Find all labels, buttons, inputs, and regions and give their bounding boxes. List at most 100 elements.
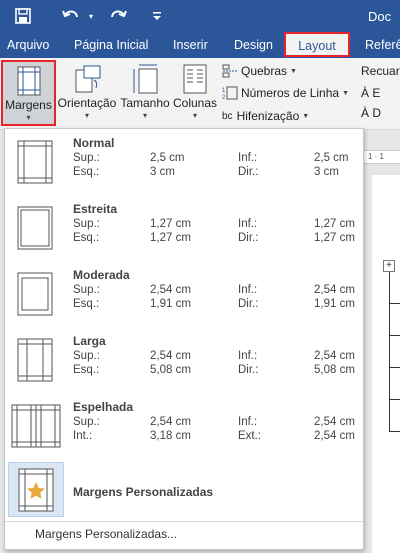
option-label: Dir.: xyxy=(238,166,259,178)
option-value: 2,5 cm xyxy=(314,152,349,164)
hyphenation-icon: bc xyxy=(222,110,233,122)
option-label: Esq.: xyxy=(73,364,100,376)
option-name: Espelhada xyxy=(73,400,134,414)
option-label: Sup.: xyxy=(73,350,100,362)
option-label: Dir.: xyxy=(238,298,259,310)
option-value: 2,5 cm xyxy=(150,152,185,164)
margin-option-moderada[interactable]: Moderada Sup.: 2,54 cm Inf.: 2,54 cm Esq… xyxy=(5,262,363,328)
margin-option-larga[interactable]: Larga Sup.: 2,54 cm Inf.: 2,54 cm Esq.: … xyxy=(5,328,363,394)
margin-option-normal[interactable]: Normal Sup.: 2,5 cm Inf.: 2,5 cm Esq.: 3… xyxy=(5,130,363,196)
chevron-down-icon: ▾ xyxy=(142,111,147,120)
columns-label: Colunas xyxy=(172,96,218,110)
margin-preview-icon xyxy=(17,140,53,189)
option-label: Inf.: xyxy=(238,218,258,230)
columns-button[interactable]: Colunas ▾ xyxy=(172,60,218,126)
margin-option-estreita[interactable]: Estreita Sup.: 1,27 cm Inf.: 1,27 cm Esq… xyxy=(5,196,363,262)
customize-dropdown-icon[interactable] xyxy=(150,5,164,27)
undo-icon[interactable] xyxy=(58,5,84,27)
hyphenation-button[interactable]: bc Hifenização ▼ xyxy=(222,106,309,126)
margin-option-espelhada[interactable]: Espelhada Sup.: 2,54 cm Inf.: 2,54 cm In… xyxy=(5,394,363,460)
undo-dropdown-icon[interactable]: ▾ xyxy=(86,5,96,27)
option-value: 2,54 cm xyxy=(150,284,191,296)
option-label: Inf.: xyxy=(238,152,258,164)
breaks-icon xyxy=(222,64,237,78)
option-name: Normal xyxy=(73,136,115,150)
margin-preview-icon xyxy=(11,404,61,453)
tab-inserir[interactable]: Inserir xyxy=(169,34,212,58)
chevron-down-icon: ▼ xyxy=(302,112,310,120)
table[interactable] xyxy=(389,272,400,432)
size-button[interactable]: Tamanho ▾ xyxy=(119,60,171,126)
option-value: 3 cm xyxy=(314,166,339,178)
tab-referencias[interactable]: Referê xyxy=(361,34,400,58)
table-move-handle-icon[interactable]: + xyxy=(383,260,395,272)
option-name: Estreita xyxy=(73,202,118,216)
size-icon xyxy=(131,60,159,94)
svg-text:2: 2 xyxy=(222,95,226,100)
option-value: 2,54 cm xyxy=(314,284,355,296)
margins-dropdown: Normal Sup.: 2,5 cm Inf.: 2,5 cm Esq.: 3… xyxy=(4,128,364,550)
tab-design[interactable]: Design xyxy=(230,34,277,58)
size-label: Tamanho xyxy=(120,96,170,110)
tab-pagina-inicial[interactable]: Página Inicial xyxy=(70,34,152,58)
option-value: 2,54 cm xyxy=(314,350,355,362)
tab-arquivo[interactable]: Arquivo xyxy=(3,34,53,58)
custom-margins-menu-item[interactable]: Margens Personalizadas... xyxy=(35,527,177,541)
breaks-button[interactable]: Quebras ▼ xyxy=(222,61,297,81)
ribbon-layout: Margens ▾ Orientação ▾ Tamanho ▾ Colunas… xyxy=(0,58,400,130)
option-label: Esq.: xyxy=(73,298,100,310)
option-value: 2,54 cm xyxy=(314,430,355,442)
option-name: Moderada xyxy=(73,268,130,282)
columns-icon xyxy=(182,60,208,94)
option-value: 1,27 cm xyxy=(314,232,355,244)
option-name: Larga xyxy=(73,334,106,348)
hyphenation-label: Hifenização xyxy=(236,109,300,123)
line-numbers-label: Números de Linha xyxy=(241,86,340,100)
option-value: 1,27 cm xyxy=(150,232,191,244)
chevron-down-icon: ▾ xyxy=(26,113,31,122)
redo-icon[interactable] xyxy=(106,5,130,27)
option-label: Inf.: xyxy=(238,350,258,362)
margins-button[interactable]: Margens ▾ xyxy=(1,60,56,126)
margin-option-custom-last[interactable]: Margens Personalizadas xyxy=(5,457,363,519)
tab-layout[interactable]: Layout xyxy=(284,32,350,57)
line-numbers-button[interactable]: 12 Números de Linha ▼ xyxy=(222,83,349,103)
option-label: Ext.: xyxy=(238,430,262,442)
option-label: Dir.: xyxy=(238,232,259,244)
option-label: Dir.: xyxy=(238,364,259,376)
option-label: Esq.: xyxy=(73,166,100,178)
custom-margins-star-icon xyxy=(18,468,54,511)
option-value: 1,91 cm xyxy=(314,298,355,310)
option-label: Inf.: xyxy=(238,284,258,296)
option-label: Esq.: xyxy=(73,232,100,244)
breaks-label: Quebras xyxy=(241,64,288,78)
option-value: 2,54 cm xyxy=(314,416,355,428)
option-value: 2,54 cm xyxy=(150,350,191,362)
svg-text:1: 1 xyxy=(222,88,226,94)
margins-label: Margens xyxy=(5,98,52,112)
chevron-down-icon: ▾ xyxy=(192,111,197,120)
margin-preview-icon xyxy=(17,206,53,255)
option-label: Sup.: xyxy=(73,284,100,296)
indent-right[interactable]: À D xyxy=(361,106,381,120)
chevron-down-icon: ▼ xyxy=(290,67,297,75)
line-numbers-icon: 12 xyxy=(222,86,238,100)
option-value: 3 cm xyxy=(150,166,175,178)
title-bar: ▾ Doc xyxy=(0,0,400,34)
option-value: 5,08 cm xyxy=(150,364,191,376)
option-value: 1,91 cm xyxy=(150,298,191,310)
chevron-down-icon: ▾ xyxy=(84,111,89,120)
save-icon[interactable] xyxy=(12,5,34,27)
document-title: Doc xyxy=(368,9,392,24)
margin-preview-icon xyxy=(17,338,53,387)
margin-preview-icon xyxy=(17,272,53,321)
indent-left[interactable]: À E xyxy=(361,86,380,100)
ruler: 1 · 1 xyxy=(364,150,400,164)
option-value: 1,27 cm xyxy=(314,218,355,230)
orientation-button[interactable]: Orientação ▾ xyxy=(58,60,116,126)
margins-icon xyxy=(16,62,42,96)
option-value: 1,27 cm xyxy=(150,218,191,230)
chevron-down-icon: ▼ xyxy=(342,89,349,97)
option-label: Inf.: xyxy=(238,416,258,428)
option-name: Margens Personalizadas xyxy=(73,485,214,499)
